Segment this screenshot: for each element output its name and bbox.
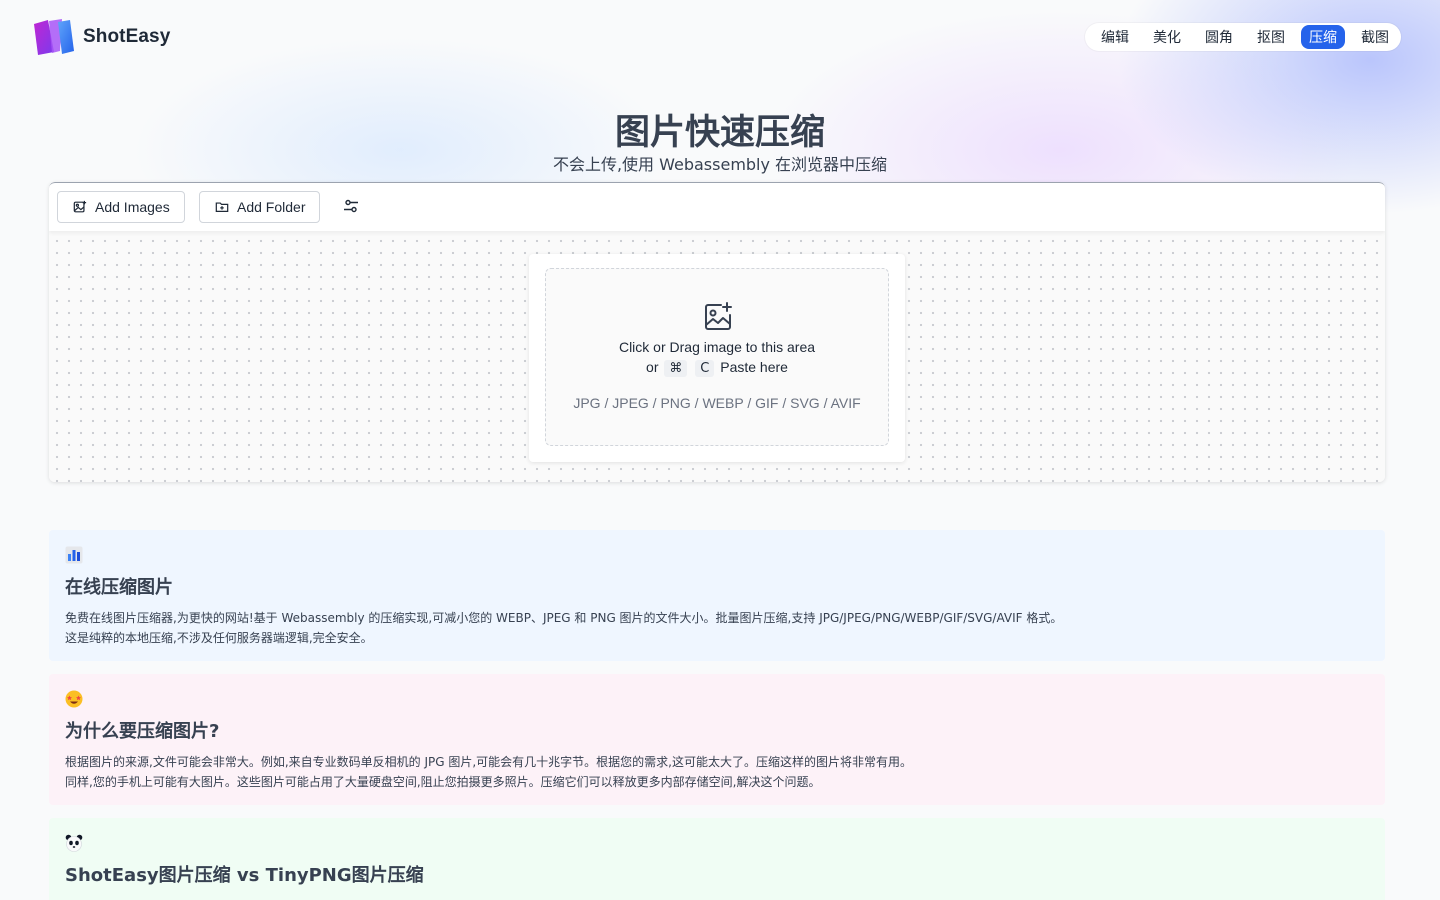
top-nav: 编辑 美化 圆角 抠图 压缩 截图: [1085, 23, 1401, 51]
section-line: 根据图片的来源,文件可能会非常大。例如,来自专业数码单反相机的 JPG 图片,可…: [65, 755, 912, 769]
c-key: C: [695, 360, 715, 377]
panda-emoji-icon: [65, 834, 83, 852]
section-text: 免费在线图片压缩器,为更快的网站!基于 Webassembly 的压缩实现,可减…: [65, 608, 1369, 648]
section-title: ShotEasy图片压缩 vs TinyPNG图片压缩: [65, 865, 424, 886]
section-text: 根据图片的来源,文件可能会非常大。例如,来自专业数码单反相机的 JPG 图片,可…: [65, 752, 1369, 792]
section-line: 同样,您的手机上可能有大图片。这些图片可能占用了大量硬盘空间,阻止您拍摄更多照片…: [65, 775, 821, 789]
cmd-key: ⌘: [664, 360, 688, 377]
add-folder-label: Add Folder: [237, 199, 306, 215]
image-add-icon: [73, 200, 87, 213]
compress-tool: Add Images Add Folder Click or Drag imag…: [49, 182, 1385, 482]
header: ShotEasy 编辑 美化 圆角 抠图 压缩 截图: [0, 0, 1440, 74]
section-online-compress: 在线压缩图片 免费在线图片压缩器,为更快的网站!基于 Webassembly 的…: [49, 530, 1385, 661]
star-struck-emoji-icon: [65, 690, 83, 708]
section-title: 在线压缩图片: [65, 577, 173, 598]
nav-item-cutout[interactable]: 抠图: [1249, 25, 1293, 49]
dotted-canvas: Click or Drag image to this area or ⌘ C …: [49, 231, 1385, 482]
section-title: 为什么要压缩图片?: [65, 721, 220, 742]
nav-item-compress[interactable]: 压缩: [1301, 25, 1345, 49]
supported-formats: JPG / JPEG / PNG / WEBP / GIF / SVG / AV…: [573, 395, 861, 411]
app-name: ShotEasy: [83, 26, 171, 47]
add-folder-button[interactable]: Add Folder: [199, 191, 321, 223]
add-images-button[interactable]: Add Images: [57, 191, 185, 223]
settings-sliders-icon[interactable]: [343, 198, 359, 219]
dropzone-instruction: Click or Drag image to this area: [618, 339, 816, 355]
paste-hint-prefix: or: [646, 359, 659, 375]
upload-dropzone[interactable]: Click or Drag image to this area or ⌘ C …: [545, 268, 889, 446]
page-subtitle: 不会上传,使用 Webassembly 在浏览器中压缩: [552, 155, 888, 174]
section-why-compress: 为什么要压缩图片? 根据图片的来源,文件可能会非常大。例如,来自专业数码单反相机…: [49, 674, 1385, 805]
nav-item-edit[interactable]: 编辑: [1093, 25, 1137, 49]
drop-card: Click or Drag image to this area or ⌘ C …: [529, 254, 905, 462]
dropzone-paste-hint: or ⌘ C Paste here: [546, 359, 888, 377]
paste-hint-suffix: Paste here: [720, 359, 788, 375]
toolbar: Add Images Add Folder: [49, 182, 1385, 231]
logo[interactable]: ShotEasy: [32, 18, 170, 56]
section-line: 这是纯粹的本地压缩,不涉及任何服务器端逻辑,完全安全。: [65, 631, 373, 645]
chart-emoji-icon: [65, 546, 83, 564]
nav-item-rounded[interactable]: 圆角: [1197, 25, 1241, 49]
page-title: 图片快速压缩: [614, 113, 825, 153]
folder-add-icon: [215, 202, 229, 212]
add-images-label: Add Images: [95, 199, 170, 215]
logo-icon: [32, 18, 76, 56]
image-upload-icon: [705, 302, 732, 330]
section-line: 免费在线图片压缩器,为更快的网站!基于 Webassembly 的压缩实现,可减…: [65, 611, 1063, 625]
section-vs-tinypng: ShotEasy图片压缩 vs TinyPNG图片压缩: [49, 818, 1385, 900]
nav-item-screenshot[interactable]: 截图: [1353, 25, 1397, 49]
nav-item-beautify[interactable]: 美化: [1145, 25, 1189, 49]
